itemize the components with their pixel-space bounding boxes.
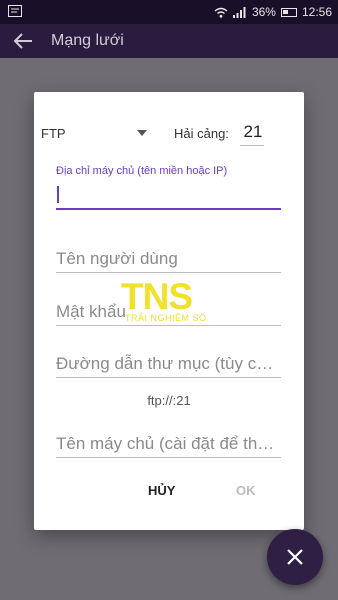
port-underline bbox=[240, 145, 264, 146]
path-field[interactable]: Đường dẫn thư mục (tùy chọn) bbox=[56, 348, 281, 378]
notification-icon bbox=[8, 5, 22, 17]
port-input[interactable]: 21 bbox=[242, 122, 264, 142]
protocol-dropdown[interactable]: FTP bbox=[41, 124, 151, 144]
cancel-button[interactable]: HỦY bbox=[148, 483, 175, 498]
battery-percent: 36% bbox=[251, 5, 276, 19]
url-preview: ftp://:21 bbox=[147, 393, 191, 408]
arrow-left-icon[interactable] bbox=[12, 30, 34, 52]
path-placeholder: Đường dẫn thư mục (tùy chọn) bbox=[56, 354, 281, 373]
host-field-label: Địa chỉ máy chủ (tên miền hoặc IP) bbox=[56, 165, 228, 177]
path-underline bbox=[56, 377, 281, 378]
protocol-value: FTP bbox=[41, 126, 66, 141]
username-field[interactable]: Tên người dùng bbox=[56, 243, 281, 273]
text-cursor bbox=[57, 186, 59, 203]
display-name-placeholder: Tên máy chủ (cài đặt để thuận tiện) bbox=[56, 434, 281, 453]
display-name-underline bbox=[56, 457, 281, 458]
host-underline bbox=[56, 208, 281, 210]
username-placeholder: Tên người dùng bbox=[56, 249, 178, 268]
page-title: Mạng lưới bbox=[51, 32, 124, 49]
status-bar: 36% 12:56 bbox=[0, 0, 338, 24]
display-name-field[interactable]: Tên máy chủ (cài đặt để thuận tiện) bbox=[56, 428, 281, 458]
host-input[interactable] bbox=[56, 182, 281, 210]
port-label: Hải cảng: bbox=[174, 126, 229, 141]
close-fab-button[interactable] bbox=[267, 529, 323, 585]
ok-button[interactable]: OK bbox=[236, 483, 256, 498]
battery-icon bbox=[280, 7, 297, 17]
signal-icon bbox=[232, 6, 246, 18]
tns-watermark-logo: TNS TRẢI NGHIỆM SỐ bbox=[121, 276, 221, 326]
watermark-letters: TNS bbox=[121, 276, 193, 317]
clock: 12:56 bbox=[301, 5, 332, 19]
app-bar: Mạng lưới bbox=[0, 24, 338, 58]
watermark-subtitle: TRẢI NGHIỆM SỐ bbox=[125, 313, 207, 323]
wifi-icon bbox=[214, 7, 228, 18]
dropdown-arrow-icon bbox=[137, 130, 147, 136]
username-underline bbox=[56, 272, 281, 273]
close-icon bbox=[287, 549, 303, 565]
